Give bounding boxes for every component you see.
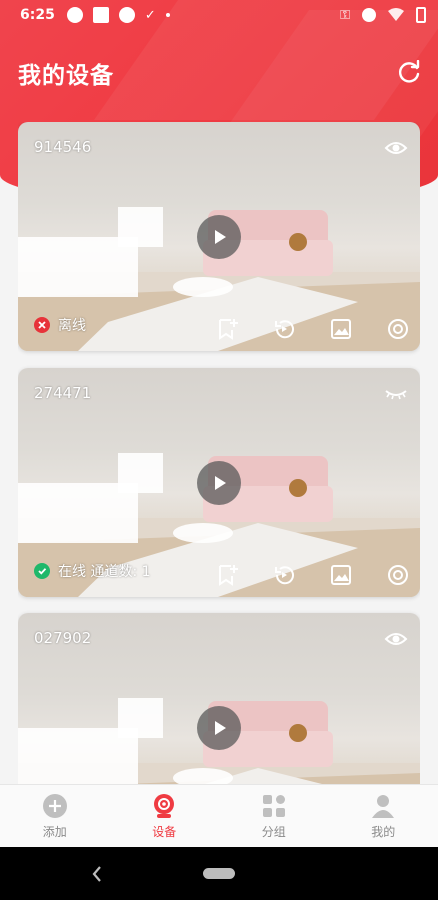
- image-icon[interactable]: [329, 563, 353, 587]
- online-status-icon: [34, 563, 50, 579]
- tab-me[interactable]: 我的: [329, 785, 438, 847]
- play-icon: [215, 721, 226, 735]
- eye-icon[interactable]: [384, 627, 408, 651]
- device-status: 在线 通道数: 1: [34, 561, 151, 581]
- device-status-text: 离线: [58, 318, 86, 334]
- tab-groups[interactable]: 分组: [219, 785, 329, 847]
- device-id: 027902: [34, 629, 92, 647]
- bottom-tab-bar: 添加 设备 分组 我的: [0, 784, 438, 847]
- device-list[interactable]: 914546 离线 274471 在线 通道数: 1 027902: [18, 122, 420, 784]
- settings-icon[interactable]: [386, 317, 410, 341]
- device-actions: [215, 563, 410, 587]
- play-button[interactable]: [197, 461, 241, 505]
- refresh-button[interactable]: [394, 58, 424, 88]
- device-id: 274471: [34, 384, 92, 402]
- device-status: 离线: [34, 315, 86, 335]
- page-title: 我的设备: [18, 63, 114, 89]
- play-button[interactable]: [197, 706, 241, 750]
- image-icon[interactable]: [329, 317, 353, 341]
- add-icon: [42, 793, 67, 818]
- tab-label: 设备: [152, 824, 177, 839]
- settings-icon[interactable]: [386, 563, 410, 587]
- eye-icon[interactable]: [384, 136, 408, 160]
- play-icon: [215, 476, 226, 490]
- battery-icon: [416, 7, 426, 23]
- data-saver-icon: [362, 8, 376, 22]
- device-card[interactable]: 914546 离线: [18, 122, 420, 351]
- playback-icon[interactable]: [272, 317, 296, 341]
- refresh-icon: [398, 60, 420, 83]
- device-status-text: 在线 通道数: 1: [58, 564, 151, 580]
- tab-devices[interactable]: 设备: [110, 785, 220, 847]
- user-icon: [372, 794, 395, 818]
- status-time: 6:25: [20, 7, 55, 23]
- notification-icon: [92, 7, 109, 23]
- bookmark-add-icon[interactable]: [215, 563, 239, 587]
- key-icon: ⚿: [340, 7, 350, 23]
- device-card[interactable]: 274471 在线 通道数: 1: [18, 368, 420, 597]
- back-icon[interactable]: [90, 864, 104, 884]
- more-notifications-icon: [165, 13, 170, 17]
- play-button[interactable]: [197, 215, 241, 259]
- tab-label: 分组: [261, 824, 286, 839]
- status-bar: 6:25 ✓ ⚿: [0, 0, 438, 30]
- eye-closed-icon[interactable]: [384, 382, 408, 406]
- home-indicator[interactable]: [203, 868, 235, 879]
- device-id: 914546: [34, 138, 92, 156]
- wifi-icon: [388, 8, 404, 21]
- offline-status-icon: [34, 317, 50, 333]
- notification-icon: [118, 7, 135, 23]
- notification-icon: [66, 7, 83, 23]
- bookmark-add-icon[interactable]: [215, 317, 239, 341]
- grid-icon: [262, 794, 285, 817]
- playback-icon[interactable]: [272, 563, 296, 587]
- device-actions: [215, 317, 410, 341]
- play-icon: [215, 230, 226, 244]
- camera-icon: [154, 793, 175, 818]
- device-card[interactable]: 027902: [18, 613, 420, 784]
- notification-icon: ✓: [144, 7, 156, 23]
- tab-label: 我的: [371, 824, 396, 839]
- tab-add[interactable]: 添加: [0, 785, 110, 847]
- tab-label: 添加: [42, 824, 67, 839]
- system-navigation-bar: [0, 847, 438, 900]
